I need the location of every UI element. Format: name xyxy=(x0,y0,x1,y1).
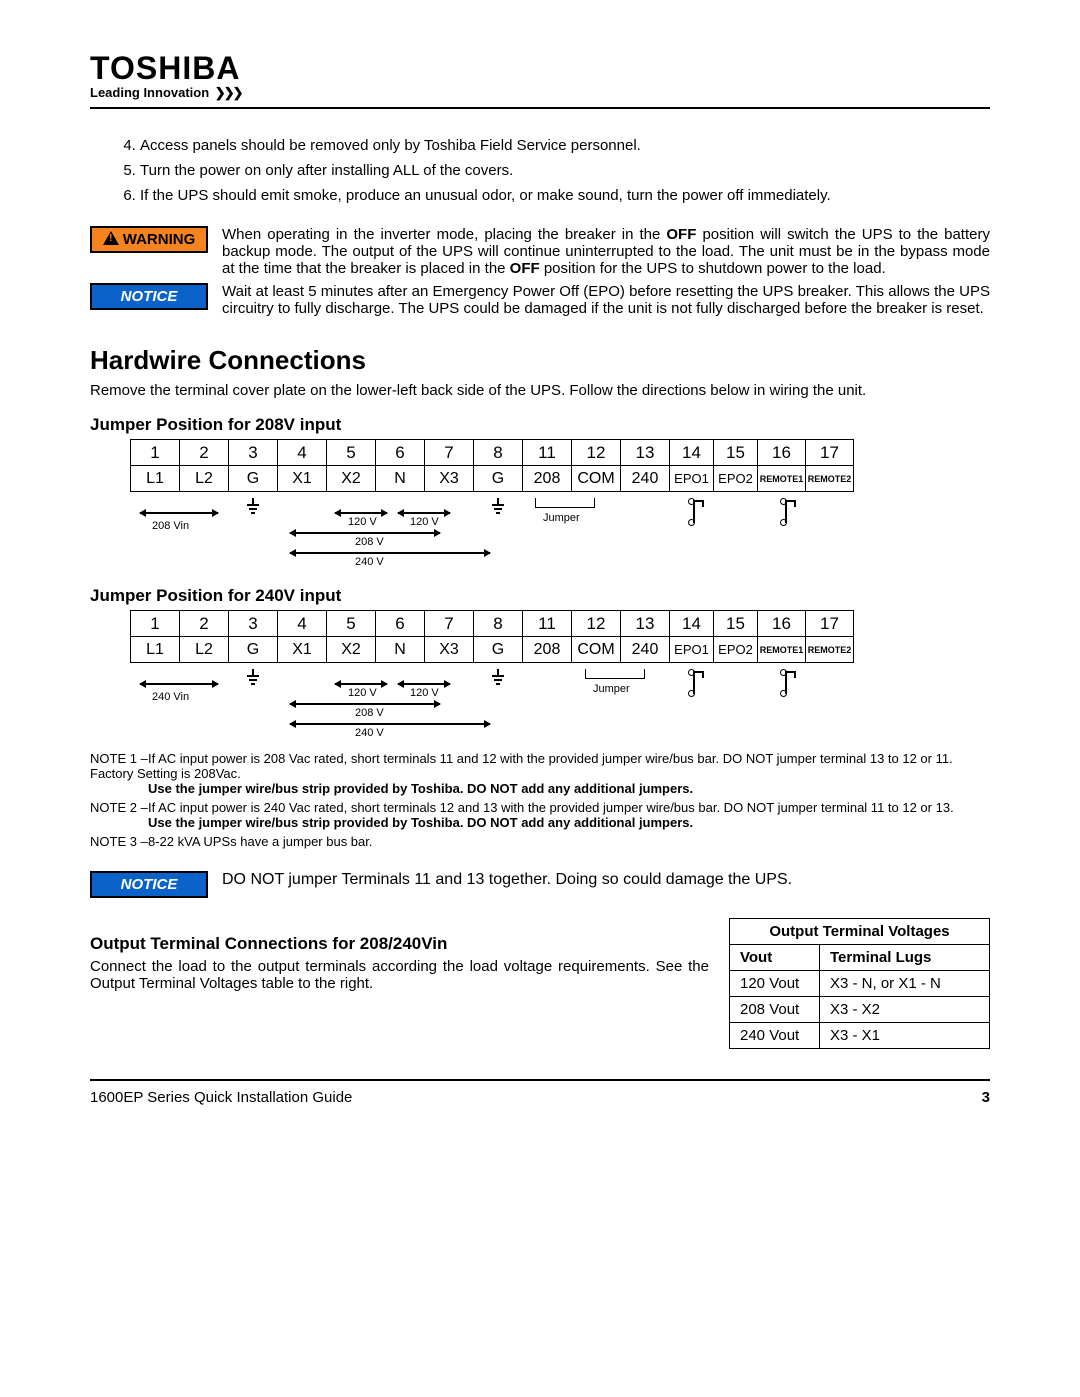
output-voltages-table: Output Terminal Voltages VoutTerminal Lu… xyxy=(729,918,990,1049)
ground-icon xyxy=(490,669,506,685)
section-intro: Remove the terminal cover plate on the l… xyxy=(90,382,990,399)
switch-symbol xyxy=(688,669,728,697)
alert-icon xyxy=(103,231,119,245)
output-heading: Output Terminal Connections for 208/240V… xyxy=(90,934,709,954)
page-number: 3 xyxy=(982,1089,990,1106)
subheading-208: Jumper Position for 208V input xyxy=(90,415,990,435)
brand-name: TOSHIBA xyxy=(90,50,990,87)
ground-icon xyxy=(245,669,261,685)
notice-text: DO NOT jumper Terminals 11 and 13 togeth… xyxy=(222,871,990,889)
terminal-table-240: 1234567811121314151617 L1L2GX1X2NX3G208C… xyxy=(130,610,990,663)
list-item: Turn the power on only after installing … xyxy=(140,158,990,183)
warning-callout: WARNING When operating in the inverter m… xyxy=(90,226,990,277)
span-arrow xyxy=(140,512,218,514)
notice-badge: NOTICE xyxy=(90,283,208,310)
switch-symbol xyxy=(780,669,820,697)
list-item: If the UPS should emit smoke, produce an… xyxy=(140,183,990,208)
diagram-208: 208 Vin 120 V 120 V 208 V 240 V Jumper xyxy=(130,498,990,570)
section-title: Hardwire Connections xyxy=(90,345,990,376)
jumper-bracket xyxy=(535,498,595,508)
switch-symbol xyxy=(688,498,728,526)
ground-icon xyxy=(490,498,506,514)
notice-callout-2: NOTICE DO NOT jumper Terminals 11 and 13… xyxy=(90,871,990,898)
page-footer: 1600EP Series Quick Installation Guide 3 xyxy=(90,1089,990,1106)
doc-title: 1600EP Series Quick Installation Guide xyxy=(90,1089,352,1106)
output-para: Connect the load to the output terminals… xyxy=(90,958,709,992)
warning-text: When operating in the inverter mode, pla… xyxy=(222,226,990,277)
chevron-icon: ❯❯❯ xyxy=(215,85,242,101)
notice-callout: NOTICE Wait at least 5 minutes after an … xyxy=(90,283,990,317)
rule-bottom xyxy=(90,1079,990,1081)
warning-badge: WARNING xyxy=(90,226,208,253)
switch-symbol xyxy=(780,498,820,526)
ground-icon xyxy=(245,498,261,514)
rule-top xyxy=(90,107,990,109)
brand-tagline: Leading Innovation ❯❯❯ xyxy=(90,85,990,101)
subheading-240: Jumper Position for 240V input xyxy=(90,586,990,606)
brand-header: TOSHIBA Leading Innovation ❯❯❯ xyxy=(90,50,990,101)
notice-badge: NOTICE xyxy=(90,871,208,898)
terminal-table-208: 1234567811121314151617 L1L2GX1X2NX3G208C… xyxy=(130,439,990,492)
jumper-bracket xyxy=(585,669,645,679)
list-item: Access panels should be removed only by … xyxy=(140,133,990,158)
numbered-list: Access panels should be removed only by … xyxy=(90,133,990,208)
notes-block: NOTE 1 –If AC input power is 208 Vac rat… xyxy=(90,751,990,849)
notice-text: Wait at least 5 minutes after an Emergen… xyxy=(222,283,990,317)
diagram-240: 240 Vin 120 V 120 V 208 V 240 V Jumper xyxy=(130,669,990,741)
